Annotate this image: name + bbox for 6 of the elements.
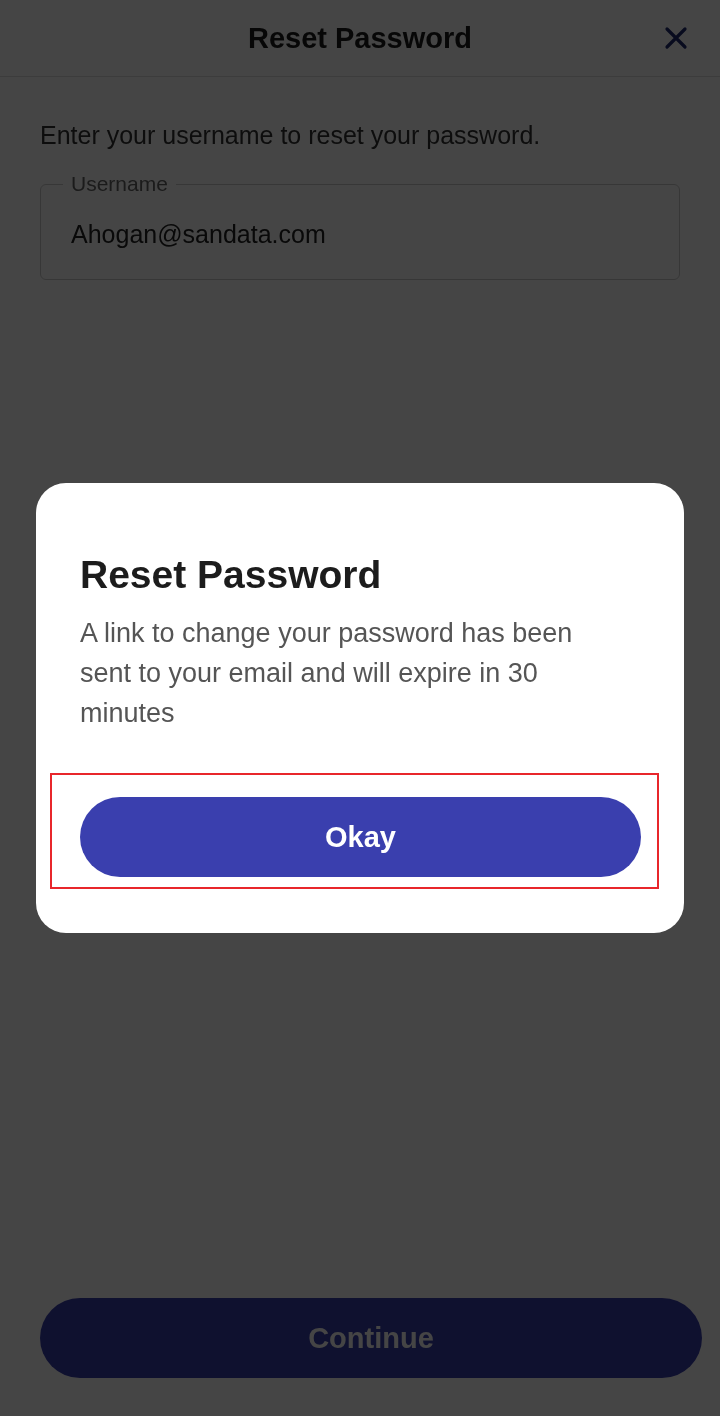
instruction-text: Enter your username to reset your password. <box>40 121 542 150</box>
screen-title: Reset Password <box>247 21 472 55</box>
dialog-title: Reset Password <box>80 553 383 597</box>
dialog-message: A link to change your password has been sent to your email and will expire in 30 minutes <box>80 617 574 730</box>
okay-button[interactable]: Okay <box>80 797 641 877</box>
username-input[interactable]: Ahogan@sandata.com <box>71 219 649 249</box>
